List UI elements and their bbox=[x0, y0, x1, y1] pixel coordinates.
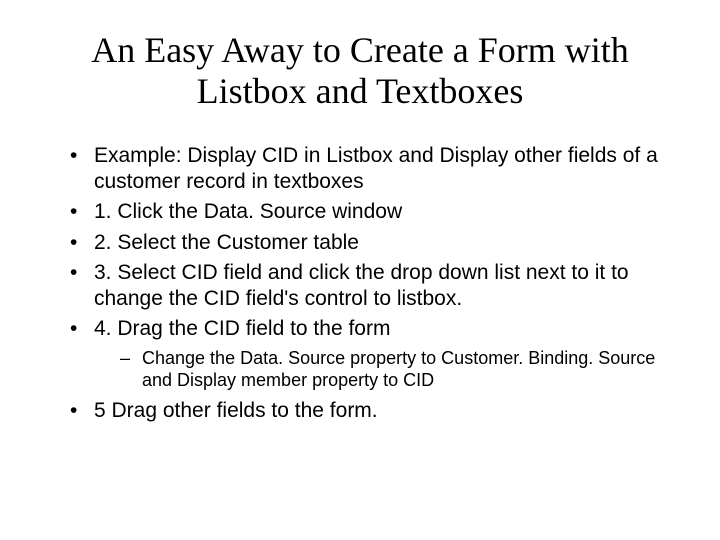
list-item: 2. Select the Customer table bbox=[70, 230, 670, 256]
list-item: 1. Click the Data. Source window bbox=[70, 199, 670, 225]
bullet-text: 5 Drag other fields to the form. bbox=[94, 399, 378, 422]
list-item: 4. Drag the CID field to the form Change… bbox=[70, 316, 670, 391]
bullet-text: 4. Drag the CID field to the form bbox=[94, 317, 390, 340]
list-item: 3. Select CID field and click the drop d… bbox=[70, 260, 670, 313]
sub-bullet-list: Change the Data. Source property to Cust… bbox=[120, 347, 670, 392]
bullet-text: Change the Data. Source property to Cust… bbox=[142, 348, 655, 391]
list-item: Example: Display CID in Listbox and Disp… bbox=[70, 143, 670, 196]
bullet-list: Example: Display CID in Listbox and Disp… bbox=[70, 143, 670, 424]
list-item: 5 Drag other fields to the form. bbox=[70, 398, 670, 424]
bullet-text: Example: Display CID in Listbox and Disp… bbox=[94, 144, 658, 193]
bullet-text: 1. Click the Data. Source window bbox=[94, 200, 402, 223]
slide-title: An Easy Away to Create a Form with Listb… bbox=[80, 30, 640, 113]
bullet-text: 2. Select the Customer table bbox=[94, 231, 359, 254]
bullet-text: 3. Select CID field and click the drop d… bbox=[94, 261, 629, 310]
list-item: Change the Data. Source property to Cust… bbox=[120, 347, 670, 392]
slide: An Easy Away to Create a Form with Listb… bbox=[0, 0, 720, 540]
